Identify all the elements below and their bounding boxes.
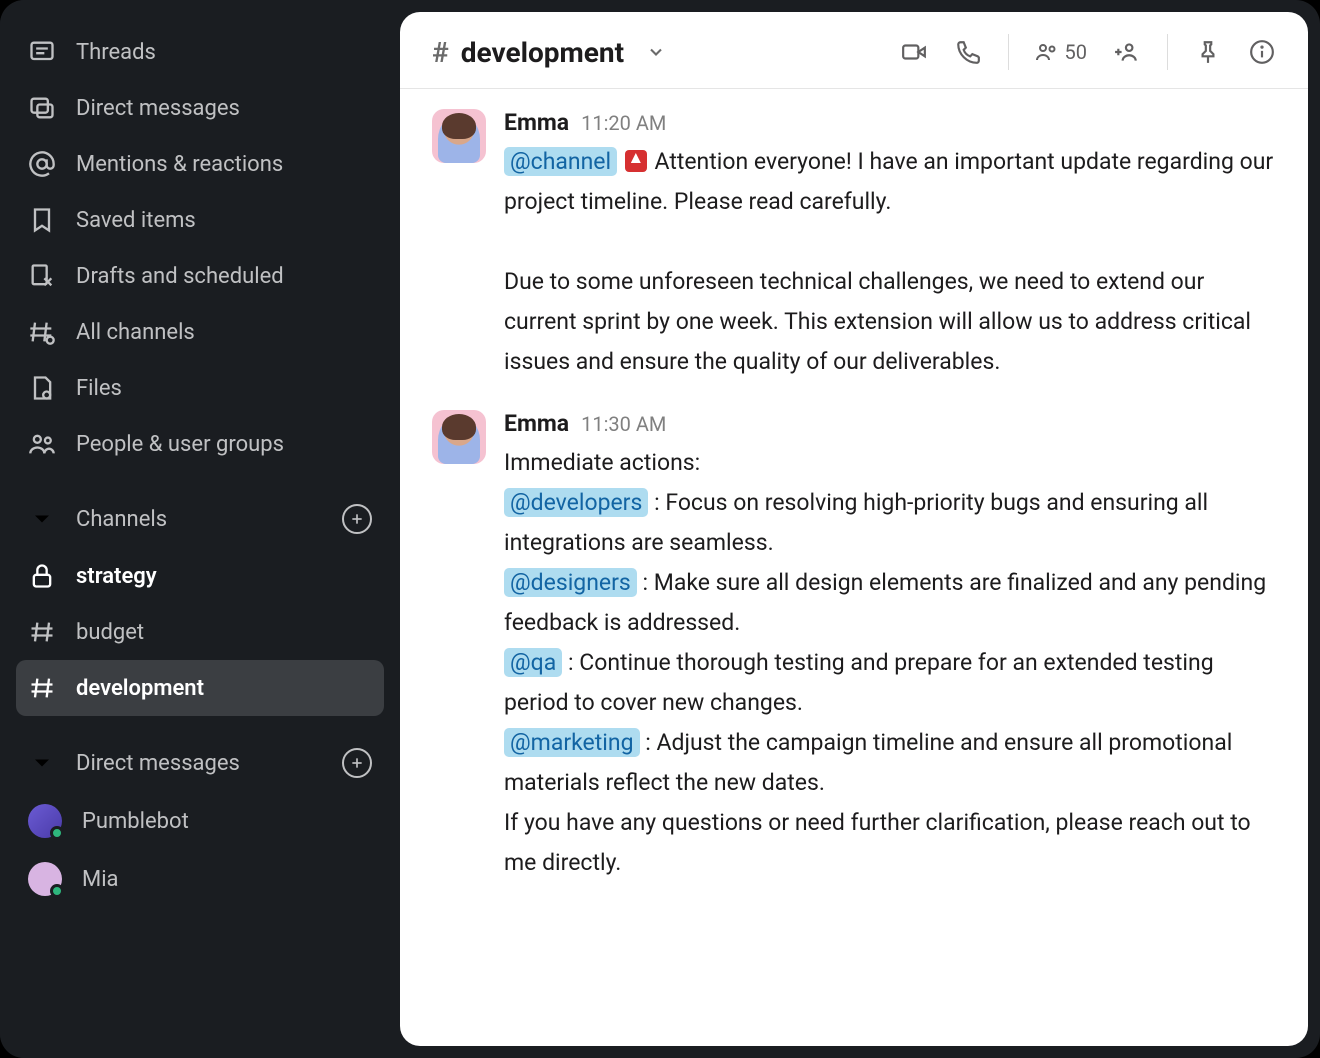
channels-section-header[interactable]: Channels — [16, 490, 384, 548]
nav-all-channels[interactable]: All channels — [16, 304, 384, 360]
dm-item-pumblebot[interactable]: Pumblebot — [16, 792, 384, 850]
rotating-light-icon — [625, 150, 647, 172]
nav-direct-messages[interactable]: Direct messages — [16, 80, 384, 136]
header-actions: 50 — [900, 34, 1276, 70]
lock-icon — [28, 562, 56, 590]
pin-button[interactable] — [1194, 38, 1222, 66]
sidebar: Threads Direct messages Mentions & react… — [0, 0, 400, 1058]
hash-icon — [28, 618, 56, 646]
add-member-button[interactable] — [1113, 38, 1141, 66]
bookmark-icon — [28, 206, 56, 234]
avatar — [28, 862, 62, 896]
dms-list: Pumblebot Mia — [16, 792, 384, 908]
member-count-button[interactable]: 50 — [1035, 40, 1087, 64]
channel-name: development — [461, 36, 624, 69]
nav-label: Drafts and scheduled — [76, 264, 284, 289]
avatar — [28, 804, 62, 838]
message-text: Immediate actions:@developers : Focus on… — [504, 443, 1276, 883]
hash-icon — [28, 674, 56, 702]
dm-item-mia[interactable]: Mia — [16, 850, 384, 908]
message-author[interactable]: Emma — [504, 410, 569, 437]
mention[interactable]: @developers — [504, 488, 648, 517]
chevron-down-icon — [28, 505, 56, 533]
nav-people[interactable]: People & user groups — [16, 416, 384, 472]
nav-label: People & user groups — [76, 432, 284, 457]
nav-threads[interactable]: Threads — [16, 24, 384, 80]
channels-list: strategy budget development — [16, 548, 384, 716]
nav-files[interactable]: Files — [16, 360, 384, 416]
nav-mentions[interactable]: Mentions & reactions — [16, 136, 384, 192]
dm-label: Pumblebot — [82, 809, 189, 834]
nav-label: Files — [76, 376, 122, 401]
all-channels-icon — [28, 318, 56, 346]
channel-title-button[interactable]: # development — [432, 36, 666, 69]
direct-messages-icon — [28, 94, 56, 122]
people-icon — [28, 430, 56, 458]
member-count-value: 50 — [1065, 40, 1087, 64]
channel-header: # development 50 — [400, 12, 1308, 89]
channel-label: strategy — [76, 564, 157, 589]
phone-call-button[interactable] — [954, 38, 982, 66]
channel-item-budget[interactable]: budget — [16, 604, 384, 660]
chevron-down-icon — [28, 749, 56, 777]
nav-saved[interactable]: Saved items — [16, 192, 384, 248]
dms-section-header[interactable]: Direct messages — [16, 734, 384, 792]
nav-drafts[interactable]: Drafts and scheduled — [16, 248, 384, 304]
message-list[interactable]: Emma 11:20 AM @channel Attention everyone!… — [400, 89, 1308, 1046]
mention[interactable]: @qa — [504, 648, 562, 677]
message-time: 11:20 AM — [581, 111, 666, 135]
divider — [1008, 34, 1009, 70]
channel-item-development[interactable]: development — [16, 660, 384, 716]
avatar[interactable] — [432, 410, 486, 464]
channel-label: budget — [76, 620, 144, 645]
message-author[interactable]: Emma — [504, 109, 569, 136]
nav-label: Direct messages — [76, 96, 240, 121]
files-icon — [28, 374, 56, 402]
add-channel-button[interactable] — [342, 504, 372, 534]
nav-label: Mentions & reactions — [76, 152, 283, 177]
message-body: Emma 11:20 AM @channel Attention everyone!… — [504, 109, 1276, 382]
mention[interactable]: @channel — [504, 147, 617, 176]
dm-label: Mia — [82, 867, 119, 892]
message: Emma 11:20 AM @channel Attention everyone!… — [432, 109, 1276, 382]
channel-label: development — [76, 676, 204, 701]
video-call-button[interactable] — [900, 38, 928, 66]
section-label: Channels — [76, 507, 167, 532]
presence-indicator — [50, 826, 64, 840]
avatar[interactable] — [432, 109, 486, 163]
presence-indicator — [50, 884, 64, 898]
mention[interactable]: @designers — [504, 568, 637, 597]
message-text: @channel Attention everyone! I have an i… — [504, 142, 1276, 382]
section-label: Direct messages — [76, 751, 240, 776]
hash-icon: # — [432, 36, 449, 69]
threads-icon — [28, 38, 56, 66]
nav-label: Saved items — [76, 208, 196, 233]
at-sign-icon — [28, 150, 56, 178]
message: Emma 11:30 AM Immediate actions:@developer… — [432, 410, 1276, 883]
channel-item-strategy[interactable]: strategy — [16, 548, 384, 604]
divider — [1167, 34, 1168, 70]
chevron-down-icon — [646, 36, 666, 69]
mention[interactable]: @marketing — [504, 728, 640, 757]
message-body: Emma 11:30 AM Immediate actions:@developer… — [504, 410, 1276, 883]
info-button[interactable] — [1248, 38, 1276, 66]
message-time: 11:30 AM — [581, 412, 666, 436]
main-panel: # development 50 — [400, 12, 1308, 1046]
nav-label: All channels — [76, 320, 195, 345]
nav-label: Threads — [76, 40, 156, 65]
add-dm-button[interactable] — [342, 748, 372, 778]
drafts-icon — [28, 262, 56, 290]
app-root: Threads Direct messages Mentions & react… — [0, 0, 1320, 1058]
